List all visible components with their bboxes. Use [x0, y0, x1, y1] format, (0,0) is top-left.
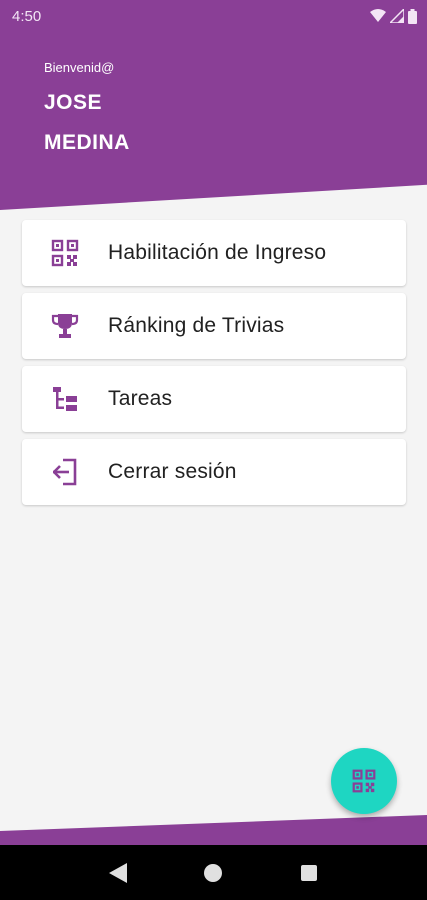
menu-item-cerrar-sesion[interactable]: Cerrar sesión [22, 439, 406, 505]
recents-icon [301, 864, 318, 881]
menu-item-habilitacion[interactable]: Habilitación de Ingreso [22, 220, 406, 286]
status-icons [370, 8, 417, 24]
main-menu: Habilitación de Ingreso Ránking de Trivi… [22, 220, 406, 505]
user-first-name: JOSE [44, 91, 103, 114]
recents-button[interactable] [289, 853, 329, 893]
status-time: 4:50 [12, 7, 42, 25]
user-last-name: MEDINA [44, 131, 130, 154]
logout-icon [22, 457, 108, 487]
trophy-icon [22, 312, 108, 340]
scan-qr-button[interactable] [331, 748, 397, 814]
qr-code-icon [22, 239, 108, 267]
status-bar: 4:50 [0, 0, 427, 32]
menu-item-label: Cerrar sesión [108, 460, 237, 483]
menu-item-label: Habilitación de Ingreso [108, 241, 327, 264]
home-button[interactable] [193, 853, 233, 893]
menu-item-tareas[interactable]: Tareas [22, 366, 406, 432]
menu-item-label: Ránking de Trivias [108, 314, 285, 337]
menu-item-label: Tareas [108, 387, 173, 410]
battery-icon [408, 8, 417, 24]
signal-icon [390, 9, 404, 23]
welcome-text: Bienvenid@ [44, 60, 115, 75]
back-icon [108, 862, 127, 883]
footer-band [0, 815, 427, 847]
tasks-icon [22, 385, 108, 413]
system-nav-bar [0, 845, 427, 900]
back-button[interactable] [98, 853, 138, 893]
home-icon [204, 863, 223, 882]
wifi-icon [370, 9, 386, 22]
menu-item-ranking[interactable]: Ránking de Trivias [22, 293, 406, 359]
qr-code-icon [352, 769, 376, 793]
